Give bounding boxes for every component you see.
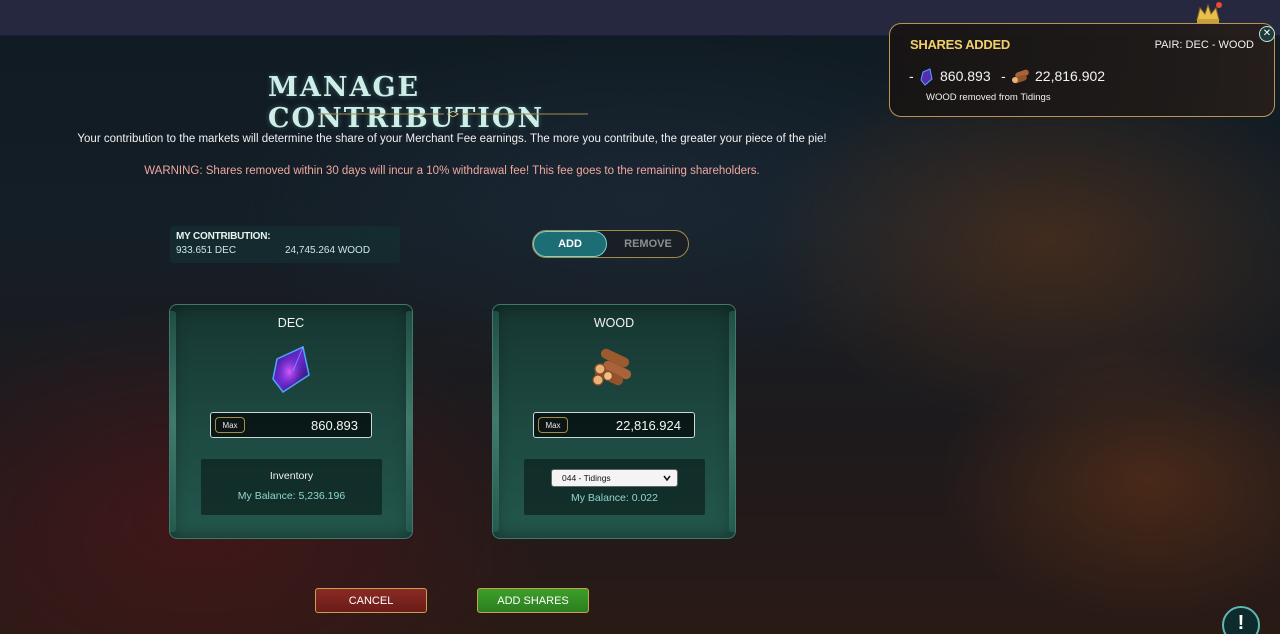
contribution-wood: 24,745.264 WOOD [285, 245, 371, 256]
dec-card: DEC Max 860.893 Inventory My Balance: 5,… [169, 304, 413, 539]
dec-card-title: DEC [277, 316, 305, 330]
toast-dec-amount: 860.893 [940, 68, 991, 84]
wood-max-button[interactable]: Max [538, 417, 568, 433]
wood-balance: My Balance: 0.022 [571, 492, 658, 504]
intro-text: Your contribution to the markets will de… [77, 133, 827, 145]
wood-logs-icon [592, 348, 632, 386]
page-title: MANAGE CONTRIBUTION [268, 72, 545, 134]
toast-dash-wood: - [1001, 68, 1006, 84]
contribution-label: MY CONTRIBUTION: [176, 231, 271, 242]
toast-pair: PAIR: DEC - WOOD [1154, 39, 1254, 51]
toast-amounts: - 860.893 - 22,816.902 [909, 68, 1129, 88]
toast-note: WOOD removed from Tidings [926, 92, 1051, 103]
shares-added-toast: SHARES ADDED PAIR: DEC - WOOD ✕ - 860.89… [889, 23, 1275, 117]
dec-amount-value: 860.893 [311, 418, 358, 433]
add-remove-toggle: ADD REMOVE [532, 230, 689, 258]
wood-amount-value: 22,816.924 [615, 418, 681, 433]
close-icon[interactable]: ✕ [1259, 26, 1275, 42]
title-divider [318, 111, 588, 117]
add-shares-button[interactable]: ADD SHARES [477, 588, 589, 613]
contribution-dec: 933.651 DEC [176, 245, 237, 256]
help-badge[interactable]: ! [1222, 606, 1260, 634]
wood-source-selected: 044 - Tidings [562, 473, 611, 483]
toast-dash-dec: - [909, 68, 914, 84]
dec-amount-input[interactable]: Max 860.893 [210, 412, 372, 438]
my-contribution-panel: MY CONTRIBUTION: 933.651 DEC 24,745.264 … [170, 226, 400, 263]
cancel-button[interactable]: CANCEL [315, 588, 427, 613]
wood-logs-icon [1012, 69, 1029, 84]
wood-amount-input[interactable]: Max 22,816.924 [533, 412, 695, 438]
dec-inventory-label: Inventory [269, 470, 314, 482]
dec-crystal-icon [920, 68, 933, 86]
tab-remove[interactable]: REMOVE [607, 231, 689, 257]
wood-card: WOOD Max 22,816.924 044 - Tidings My Bal… [492, 304, 736, 539]
dec-source-panel: Inventory My Balance: 5,236.196 [201, 459, 382, 515]
crown-notification-icon[interactable] [1194, 2, 1222, 24]
warning-text: WARNING: Shares removed within 30 days w… [144, 165, 760, 177]
wood-source-panel: 044 - Tidings My Balance: 0.022 [524, 459, 705, 515]
dec-balance: My Balance: 5,236.196 [237, 490, 346, 502]
wood-source-select[interactable]: 044 - Tidings [551, 469, 678, 487]
wood-card-title: WOOD [593, 316, 635, 330]
chevron-down-icon [663, 475, 671, 482]
toast-title: SHARES ADDED [910, 37, 1010, 52]
tab-add[interactable]: ADD [533, 231, 607, 257]
dec-max-button[interactable]: Max [215, 417, 245, 433]
toast-wood-amount: 22,816.902 [1035, 68, 1106, 84]
dec-crystal-icon [272, 345, 310, 394]
